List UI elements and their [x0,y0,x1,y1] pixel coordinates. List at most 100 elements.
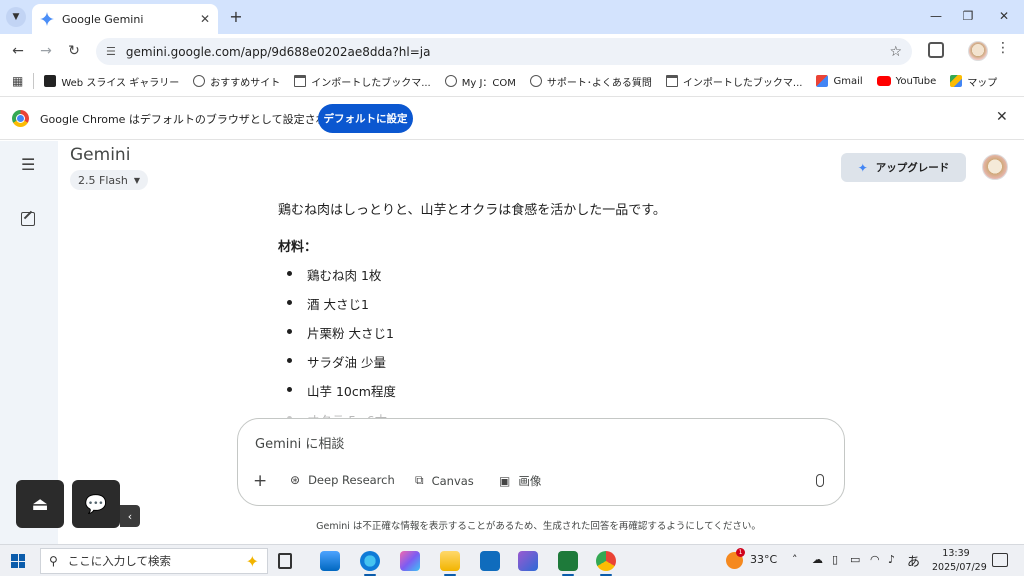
bookmark-imported-folder-1[interactable]: インポートしたブックマ... [294,74,431,89]
bookmark-youtube[interactable]: YouTube [876,76,936,87]
list-item: サラダ油 少量 [278,352,758,381]
taskbar-search-box[interactable]: ⚲ ここに入力して検索 ✦ [40,548,268,574]
upgrade-button[interactable]: ✦ アップグレード [841,153,966,182]
ingredients-heading: 材料： [278,240,318,255]
canvas-button[interactable]: ⧉ Canvas [415,473,474,488]
app-title: Gemini [70,145,131,165]
tab-gemini[interactable]: Google Gemini ✕ [32,4,218,34]
copilot-icon[interactable] [400,551,420,571]
clock-time: 13:39 [942,548,970,559]
chevron-down-icon: ▼ [133,175,140,185]
edge-icon[interactable] [360,551,380,576]
bookmark-imported-folder-2[interactable]: インポートしたブックマ... [665,74,802,89]
wifi-icon[interactable]: ◠ [870,553,880,566]
tab-title: Google Gemini [62,12,144,26]
weather-badge: 1 [736,548,745,557]
clock-date: 2025/07/29 [932,562,987,573]
window-close-button[interactable]: ✕ [994,6,1014,26]
model-selector[interactable]: 2.5 Flash ▼ [70,170,148,190]
minimize-button[interactable]: — [926,6,946,26]
search-highlight-icon: ✦ [245,551,259,571]
folder-icon [294,75,307,87]
globe-icon [444,75,457,87]
browser-profile-avatar[interactable] [968,41,988,61]
widget-collapse-button[interactable]: ‹ [120,505,140,527]
cloud-icon[interactable]: ☁ [812,553,823,566]
web-slice-icon [44,75,57,87]
bookmark-gmail[interactable]: Gmail [816,75,863,87]
canvas-icon: ⧉ [415,473,424,487]
model-name: 2.5 Flash [78,173,128,187]
browser-menu-icon[interactable]: ⋮ [996,40,1010,62]
browser-toolbar: ← → ↻ ☰ gemini.google.com/app/9d688e0202… [0,34,1024,68]
add-attachment-icon[interactable]: + [253,471,267,491]
ingredients-list: 鶏むね肉 1枚 酒 大さじ1 片栗粉 大さじ1 サラダ油 少量 山芋 10cm程… [278,265,758,439]
globe-icon [529,75,542,87]
back-button[interactable]: ← [8,41,28,61]
windows-start-icon[interactable] [11,554,25,568]
account-avatar[interactable] [982,154,1008,180]
ime-indicator[interactable]: あ [907,551,920,570]
device-icon[interactable]: ▯ [832,553,838,566]
bookmarks-separator [33,73,35,89]
file-explorer-store-icon[interactable] [320,551,340,571]
eject-icon: ⏏ [31,493,49,515]
infobar-close-icon[interactable]: ✕ [996,109,1008,125]
tab-strip: ▼ Google Gemini ✕ + — ❐ ✕ [0,0,1024,34]
bookmark-myjcom[interactable]: My J：COM [444,74,516,89]
url-text[interactable]: gemini.google.com/app/9d688e0202ae8dda?h… [126,45,890,59]
search-placeholder: ここに入力して検索 [67,554,171,568]
bookmark-web-slice[interactable]: Web スライス ギャラリー [44,74,179,89]
prompt-input[interactable]: Gemini に相談 [255,433,344,452]
prompt-composer[interactable]: Gemini に相談 + ⊛ Deep Research ⧉ Canvas ▣ … [237,418,845,506]
bookmark-support-faq[interactable]: サポート･よくある質問 [529,74,652,89]
notification-icon[interactable] [992,553,1008,567]
tab-close-icon[interactable]: ✕ [200,12,210,26]
chevron-up-icon[interactable]: ˄ [792,553,798,566]
bookmark-star-icon[interactable]: ☆ [889,44,902,60]
bookmark-maps[interactable]: マップ [950,74,997,89]
image-button[interactable]: ▣ 画像 [499,473,541,489]
new-chat-icon[interactable] [21,212,35,226]
widget-chat-button[interactable]: 💬 [72,480,120,528]
youtube-icon [876,76,891,86]
address-bar[interactable]: ☰ gemini.google.com/app/9d688e0202ae8dda… [96,38,912,65]
gemini-sparkle-icon [40,12,54,26]
chrome-taskbar-icon[interactable] [596,551,616,576]
widget-home-button[interactable]: ⏏ [16,480,64,528]
maximize-button[interactable]: ❐ [958,6,978,26]
site-info-icon[interactable]: ☰ [106,45,116,58]
reload-button[interactable]: ↻ [64,41,84,61]
store-app-icon[interactable] [518,551,538,571]
deep-research-button[interactable]: ⊛ Deep Research [290,473,395,487]
apps-grid-icon[interactable]: ▦ [12,74,23,88]
hamburger-menu-icon[interactable]: ☰ [21,155,35,174]
outlook-icon[interactable] [480,551,500,571]
volume-icon[interactable]: ♪ [888,553,895,566]
forward-button[interactable]: → [36,41,56,61]
taskbar-clock[interactable]: 13:39 2025/07/29 [932,547,987,575]
search-icon: ⚲ [49,554,58,568]
microphone-icon[interactable] [816,474,824,487]
extensions-icon[interactable] [928,42,944,58]
default-browser-infobar: Google Chrome はデフォルトのブラウザとして設定されていません デフ… [0,96,1024,140]
gemini-app: ☰ Gemini 2.5 Flash ▼ ✦ アップグレード 鶏むね肉はしっとり… [0,141,1024,544]
battery-icon[interactable]: ▭ [850,553,860,566]
globe-icon [193,75,206,87]
set-default-button[interactable]: デフォルトに設定 [318,104,413,133]
response-intro: 鶏むね肉はしっとりと、山芋とオクラは食感を活かした一品です。 [278,203,666,218]
list-item: 山芋 10cm程度 [278,381,758,410]
windows-taskbar: ⚲ ここに入力して検索 ✦ 1 33°C ˄ ☁ ▯ ▭ ◠ ♪ あ 13:39… [0,544,1024,576]
upgrade-label: アップグレード [875,162,950,174]
bookmark-recommended-sites[interactable]: おすすめサイト [193,74,280,89]
list-item: 酒 大さじ1 [278,294,758,323]
folder-icon [665,75,678,87]
tab-search-button[interactable]: ▼ [6,7,26,27]
list-item: 片栗粉 大さじ1 [278,323,758,352]
temperature-text[interactable]: 33°C [750,553,777,566]
image-icon: ▣ [499,474,511,488]
new-tab-button[interactable]: + [226,7,246,27]
file-explorer-icon[interactable] [440,551,460,576]
spreadsheet-app-icon[interactable] [558,551,578,576]
task-view-icon[interactable] [278,553,292,569]
